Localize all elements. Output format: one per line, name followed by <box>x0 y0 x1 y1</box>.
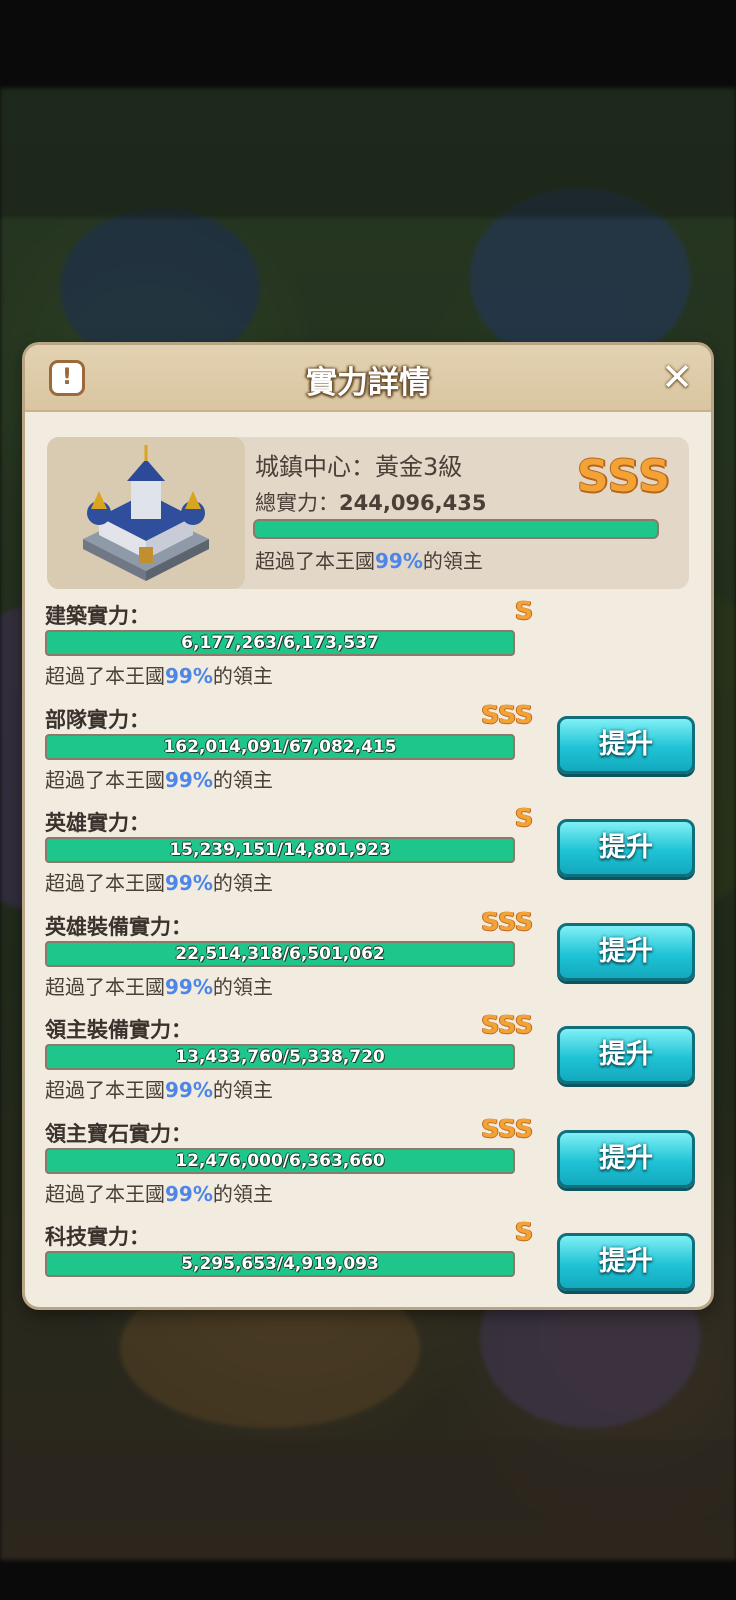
rank-suffix: 的領主 <box>212 1078 273 1102</box>
stat-label: 部隊實力： <box>45 707 150 732</box>
power-stat-row: 領主裝備實力： SSS 13,433,760/5,338,720 超過了本王國99%的… <box>45 1010 695 1110</box>
stat-progress-bar: 15,239,151/14,801,923 <box>45 837 515 863</box>
power-stat-row: 英雄實力： S 15,239,151/14,801,923 超過了本王國99%的領主提… <box>45 803 695 903</box>
rank-prefix: 超過了本王國 <box>45 767 165 792</box>
stat-grade-badge: S <box>514 596 533 625</box>
stat-progress-bar: 13,433,760/5,338,720 <box>45 1044 515 1070</box>
stat-label: 英雄實力： <box>45 811 150 835</box>
rank-suffix: 的領主 <box>212 974 273 999</box>
rank-prefix: 超過了本王國 <box>45 974 165 999</box>
rank-percent: 99% <box>165 664 213 688</box>
stat-grade-badge: SSS <box>481 1113 533 1143</box>
upgrade-button[interactable]: 提升 <box>557 715 695 774</box>
power-stat-row: 科技實力： S 5,295,653/4,919,093 提升 <box>45 1217 695 1307</box>
upgrade-button[interactable]: 提升 <box>557 1129 695 1188</box>
rank-suffix: 的領主 <box>212 1181 273 1206</box>
stat-rank-text: 超過了本王國99%的領主 <box>45 660 273 689</box>
power-details-dialog: ! 實力詳情 ✕ 城鎮中心：黃金3級 總實力：244,096,435 SSS 超… <box>25 345 711 1307</box>
stat-rank-text: 超過了本王國99%的領主 <box>45 1074 273 1103</box>
rank-prefix: 超過了本王國 <box>255 549 375 573</box>
dialog-title: 實力詳情 <box>306 365 430 401</box>
power-stat-row: 英雄裝備實力： SSS 22,514,318/6,501,062 超過了本王國99%的… <box>45 907 695 1007</box>
rank-prefix: 超過了本王國 <box>45 1078 165 1102</box>
rank-percent: 99% <box>165 974 213 999</box>
rank-percent: 99% <box>165 871 213 895</box>
town-center-image <box>47 437 245 589</box>
rank-percent: 99% <box>165 767 213 792</box>
stat-value: 6,177,263/6,173,537 <box>181 633 379 653</box>
rank-percent: 99% <box>375 549 423 573</box>
stat-value: 5,295,653/4,919,093 <box>181 1254 379 1274</box>
dialog-header: ! 實力詳情 ✕ <box>25 345 711 412</box>
stat-rank-text: 超過了本王國99%的領主 <box>45 867 273 896</box>
power-stat-row: 建築實力： S 6,177,263/6,173,537 超過了本王國99%的領主 <box>45 596 695 696</box>
total-power-value: 244,096,435 <box>339 491 487 515</box>
stat-grade-badge: S <box>514 803 533 832</box>
stat-grade-badge: SSS <box>481 699 533 729</box>
rank-prefix: 超過了本王國 <box>45 871 165 895</box>
upgrade-button[interactable]: 提升 <box>557 1233 695 1291</box>
town-center-level: 城鎮中心：黃金3級 <box>255 453 463 481</box>
rank-prefix: 超過了本王國 <box>45 1181 165 1206</box>
stat-progress-bar: 6,177,263/6,173,537 <box>45 630 515 656</box>
stat-value: 12,476,000/6,363,660 <box>175 1150 385 1171</box>
power-stat-row: 領主寶石實力： SSS 12,476,000/6,363,660 超過了本王國99%的… <box>45 1114 695 1214</box>
stat-progress-bar: 162,014,091/67,082,415 <box>45 733 515 760</box>
stat-label: 科技實力： <box>45 1225 150 1249</box>
stat-label: 領主寶石實力： <box>45 1121 192 1146</box>
upgrade-button[interactable]: 提升 <box>557 1026 695 1084</box>
stat-grade-badge: S <box>514 1217 533 1246</box>
total-rank-text: 超過了本王國99%的領主 <box>255 545 483 574</box>
upgrade-button[interactable]: 提升 <box>557 819 695 877</box>
total-power-label: 總實力： <box>255 491 339 515</box>
total-progress-bar <box>253 519 659 539</box>
stat-value: 13,433,760/5,338,720 <box>175 1047 385 1067</box>
total-grade-badge: SSS <box>576 451 671 502</box>
stat-progress-bar: 22,514,318/6,501,062 <box>45 940 515 967</box>
rank-percent: 99% <box>165 1181 213 1206</box>
castle-icon <box>83 445 209 581</box>
stat-label: 建築實力： <box>45 604 150 628</box>
rank-suffix: 的領主 <box>422 549 483 573</box>
stat-value: 15,239,151/14,801,923 <box>169 840 391 860</box>
stat-grade-badge: SSS <box>481 906 533 936</box>
upgrade-button[interactable]: 提升 <box>557 922 695 981</box>
stat-grade-badge: SSS <box>481 1010 533 1039</box>
close-icon[interactable]: ✕ <box>659 358 695 396</box>
rank-prefix: 超過了本王國 <box>45 664 165 688</box>
stat-label: 領主裝備實力： <box>45 1018 192 1042</box>
stat-label: 英雄裝備實力： <box>45 914 192 939</box>
rank-suffix: 的領主 <box>212 664 273 688</box>
stat-rank-text: 超過了本王國99%的領主 <box>45 764 273 793</box>
total-progress-fill <box>255 521 657 537</box>
stat-rank-text: 超過了本王國99%的領主 <box>45 1178 273 1207</box>
total-power: 總實力：244,096,435 <box>255 487 486 517</box>
rank-suffix: 的領主 <box>212 871 273 895</box>
stat-value: 162,014,091/67,082,415 <box>163 736 397 757</box>
summary-card: 城鎮中心：黃金3級 總實力：244,096,435 SSS 超過了本王國99%的… <box>47 437 689 589</box>
stat-value: 22,514,318/6,501,062 <box>175 943 385 964</box>
rank-suffix: 的領主 <box>212 767 273 792</box>
stat-progress-bar: 12,476,000/6,363,660 <box>45 1147 515 1174</box>
stat-rank-text: 超過了本王國99%的領主 <box>45 971 273 1000</box>
power-stat-row: 部隊實力： SSS 162,014,091/67,082,415 超過了本王國99%的… <box>45 700 695 800</box>
rank-percent: 99% <box>165 1078 213 1102</box>
stat-progress-bar: 5,295,653/4,919,093 <box>45 1251 515 1277</box>
